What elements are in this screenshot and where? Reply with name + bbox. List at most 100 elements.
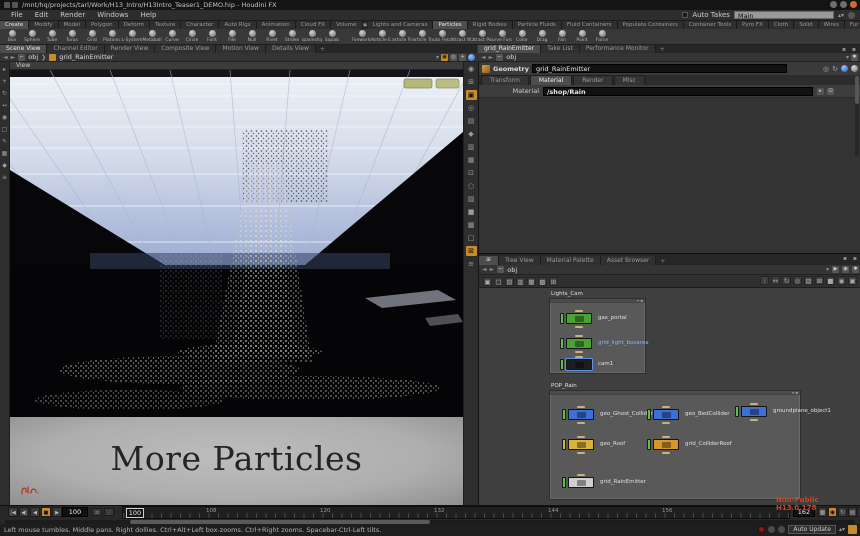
shelf-tab[interactable]: Animation [257, 21, 296, 29]
shelf-tool[interactable]: Fireworks [352, 29, 372, 45]
shelf-tab[interactable]: Lights and Cameras [368, 21, 434, 29]
node-output-connector[interactable] [662, 422, 670, 424]
shelf-tab[interactable]: Rigid Bodies [468, 21, 513, 29]
pane-tab[interactable]: Take List [541, 45, 580, 53]
node-display-flag[interactable] [560, 313, 564, 324]
stop-button[interactable]: ■ [41, 507, 51, 517]
pane-tab[interactable]: grid_RainEmitter [478, 45, 541, 53]
shading-icon[interactable]: ◎ [466, 103, 477, 113]
shelf-tab[interactable]: Texture [150, 21, 181, 29]
translate-tool-icon[interactable]: + [0, 77, 9, 86]
highlight-icon[interactable]: ▣ [466, 90, 477, 100]
shelf-tab[interactable]: Particles [433, 21, 467, 29]
playhead-marker[interactable]: 100 [126, 508, 144, 518]
pose-tool-icon[interactable]: □ [0, 125, 9, 134]
close-button[interactable] [850, 1, 857, 8]
param-tab[interactable]: Misc [614, 75, 645, 85]
node-display-flag[interactable] [560, 359, 564, 370]
scale-tool-icon[interactable]: ↔ [0, 101, 9, 110]
nav-forward-icon[interactable]: ► [11, 54, 16, 61]
node-display-flag[interactable] [647, 439, 651, 450]
shelf-tab[interactable]: Model [59, 21, 87, 29]
play-button[interactable]: ▶ [52, 507, 62, 517]
display-options-icon[interactable]: ■ [466, 207, 477, 217]
shelf-tab[interactable]: Populate Containers [618, 21, 684, 29]
shelf-tool[interactable]: Sphere [22, 29, 42, 45]
shelf-tool[interactable]: File [222, 29, 242, 45]
node-display-flag[interactable] [562, 439, 566, 450]
geo-node-icon[interactable] [653, 409, 679, 420]
node-display-flag[interactable] [647, 409, 651, 420]
node-output-connector[interactable] [577, 422, 585, 424]
shape-palette-icon[interactable]: ▩ [538, 277, 547, 286]
menu-item[interactable]: File [5, 10, 29, 20]
shelf-tool[interactable]: Box [2, 29, 22, 45]
geo-node-icon[interactable] [568, 477, 594, 488]
camera-view-icon[interactable]: ◉ [466, 64, 477, 74]
lighting-icon[interactable]: ◆ [466, 129, 477, 139]
shelf-tool[interactable]: Rivet [262, 29, 282, 45]
node-output-connector[interactable] [662, 452, 670, 454]
menu-item[interactable]: Render [54, 10, 91, 20]
take-selector[interactable]: Main [734, 11, 834, 19]
prev-frame-button[interactable]: ◀| [19, 507, 29, 517]
viewport-3d-scene[interactable] [10, 70, 463, 417]
overview-icon[interactable]: ◎ [793, 276, 802, 285]
node-input-connector[interactable] [577, 436, 585, 438]
node-input-connector[interactable] [575, 335, 583, 337]
pane-tab[interactable]: Tree View [499, 256, 541, 265]
shelf-tool[interactable]: Font [202, 29, 222, 45]
info-sphere-icon[interactable] [851, 65, 858, 72]
minimize-button[interactable] [830, 1, 837, 8]
pane-tab[interactable]: Channel Editor [47, 45, 104, 53]
pane-tab[interactable]: Details View [266, 45, 316, 53]
param-scrollbar[interactable] [855, 76, 859, 156]
shelf-tab[interactable]: Create [0, 21, 29, 29]
display-points-icon[interactable]: ▥ [466, 142, 477, 152]
shelf-tab[interactable]: Solid [794, 21, 818, 29]
menu-item[interactable]: Help [134, 10, 162, 20]
gear-icon[interactable]: ✱ [851, 54, 858, 61]
paint-tool-icon[interactable]: ✎ [0, 137, 9, 146]
pane-tab[interactable]: Scene View [0, 45, 47, 53]
shelf-tab[interactable]: Container Tools [684, 21, 737, 29]
node-chooser-icon[interactable]: ▸ [817, 88, 824, 95]
rotate-tool-icon[interactable]: ↻ [0, 89, 9, 98]
node-cam1[interactable]: cam1 [560, 359, 680, 371]
pane-tab[interactable]: Motion View [216, 45, 266, 53]
search-icon[interactable]: ◉ [837, 276, 846, 285]
network-view-tab[interactable]: ⊞ [479, 256, 499, 265]
shelf-tool[interactable]: Grid [82, 29, 102, 45]
viewport-overlay-button[interactable] [404, 79, 432, 88]
shelf-tab[interactable]: Cloud FX [296, 21, 331, 29]
auto-update-stepper-icon[interactable]: ▴▾ [839, 526, 845, 533]
node-display-flag[interactable] [560, 338, 564, 349]
timeline-ruler[interactable]: 100 108120132144156 [122, 506, 790, 519]
path-dropdown-icon[interactable]: ▾ [436, 54, 439, 61]
pane-tab[interactable]: Material Palette [541, 256, 601, 265]
shelf-tool[interactable]: Particle E.. [372, 29, 392, 45]
group-list-icon[interactable]: ⊡ [466, 168, 477, 178]
nav-back-icon[interactable]: ◄ [3, 54, 8, 61]
grid-tool-icon[interactable]: ▦ [0, 149, 9, 158]
search-icon[interactable]: ◎ [823, 65, 829, 73]
layout-icon[interactable]: ▥ [516, 277, 525, 286]
options-menu-icon[interactable]: ≡ [466, 259, 477, 269]
dots-menu-icon[interactable]: ⋮ [760, 276, 769, 285]
param-tab[interactable]: Transform [481, 75, 529, 85]
shelf-tab[interactable]: Fur [845, 21, 860, 29]
node-input-connector[interactable] [577, 406, 585, 408]
pane-tab[interactable]: Asset Browser [601, 256, 657, 265]
pin-pane-icon[interactable]: ▣ [441, 54, 448, 61]
pane-window-icons[interactable]: ▪ ▪ [842, 46, 858, 53]
pane-window-icons[interactable]: ▪ ▪ [843, 255, 859, 262]
camera-node-icon[interactable] [566, 359, 592, 370]
nav-back-icon[interactable]: ◄ [481, 54, 486, 61]
shelf-tool[interactable]: Force [592, 29, 612, 45]
shelf-tab[interactable]: Pyro FX [737, 21, 769, 29]
record-indicator-icon[interactable] [758, 526, 765, 533]
shelf-tool[interactable]: Attract Pa.. [472, 29, 492, 45]
nav-forward-icon[interactable]: ► [489, 54, 494, 61]
shelf-tab[interactable]: Particle Fluids [513, 21, 562, 29]
shelf-tool[interactable]: Auto Fetch [432, 29, 452, 45]
